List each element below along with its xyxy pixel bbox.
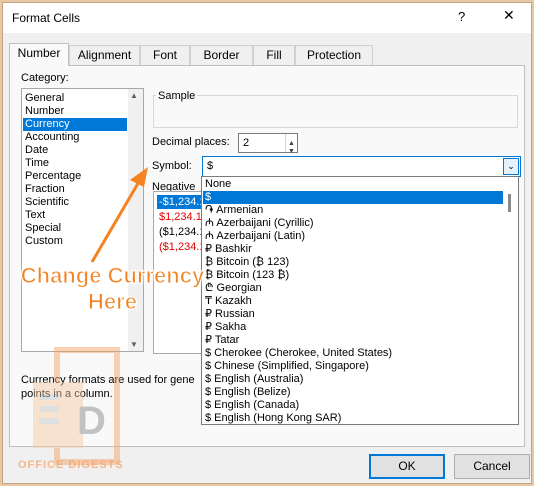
- annotation-arrow-icon: [90, 167, 148, 263]
- annotation-line: Change Currency: [20, 263, 205, 289]
- annotation-callout: Change Currency Here: [5, 263, 220, 315]
- annotation-line: Here: [88, 289, 138, 315]
